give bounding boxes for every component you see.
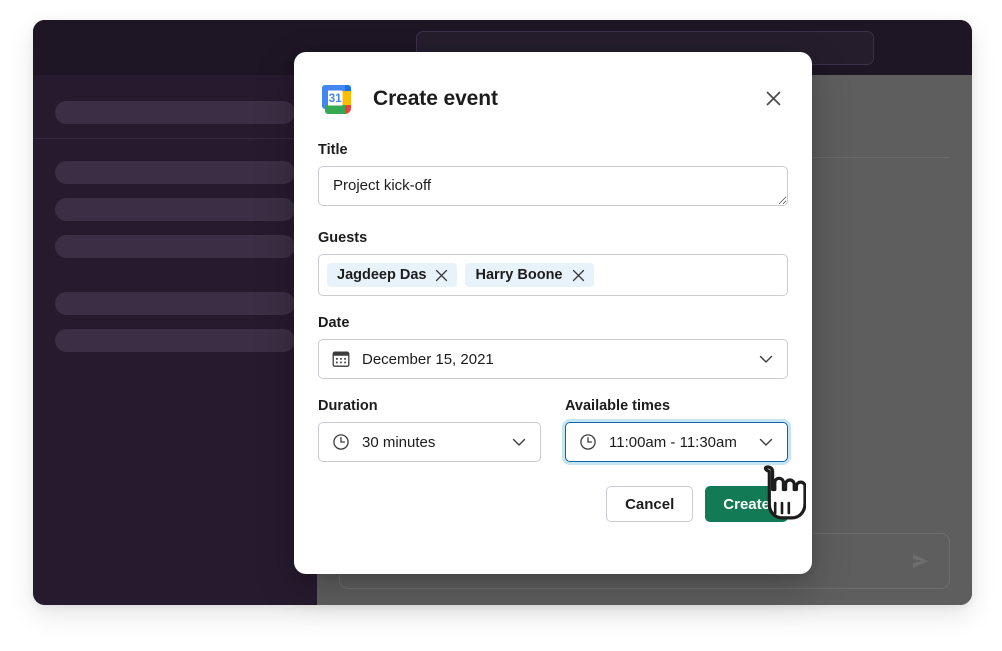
chevron-down-icon[interactable] [510,433,528,451]
guest-chip-label: Jagdeep Das [337,267,427,283]
duration-availability-row: Duration 30 minutes Available times 11:0… [318,398,788,462]
guests-label: Guests [318,230,368,246]
create-event-modal: 31 Create event Title Guests Jagdeep Das [294,52,812,574]
sidebar-divider [33,138,317,139]
duration-label: Duration [318,398,378,414]
available-times-field-group: Available times 11:00am - 11:30am [565,398,788,462]
sidebar-item-placeholder[interactable] [55,235,295,258]
modal-actions: Cancel Create [318,486,788,522]
duration-field-group: Duration 30 minutes [318,398,541,462]
close-icon[interactable] [435,269,448,282]
calendar-icon [332,350,350,368]
available-times-select[interactable]: 11:00am - 11:30am [565,422,788,462]
close-icon[interactable] [572,269,585,282]
modal-header: 31 Create event [318,78,788,120]
send-icon[interactable] [907,548,933,574]
title-label: Title [318,142,348,158]
guest-chip: Jagdeep Das [327,263,458,287]
guest-chip-label: Harry Boone [475,267,563,283]
sidebar-item-placeholder[interactable] [55,292,295,315]
clock-icon [332,433,350,451]
page-title: Create event [373,87,498,110]
available-times-value: 11:00am - 11:30am [609,433,737,451]
available-times-label: Available times [565,398,671,414]
google-calendar-icon: 31 [318,81,355,118]
chevron-down-icon[interactable] [757,433,775,451]
date-select[interactable]: December 15, 2021 [318,339,788,379]
create-button[interactable]: Create [705,486,788,522]
guest-chip: Harry Boone [465,263,594,287]
date-value: December 15, 2021 [362,350,494,368]
screen: 31 Create event Title Guests Jagdeep Das [0,0,1002,651]
sidebar-items [33,75,317,605]
chevron-down-icon[interactable] [757,350,775,368]
date-label: Date [318,315,350,331]
sidebar-item-placeholder[interactable] [55,329,295,352]
sidebar-item-placeholder[interactable] [55,161,295,184]
title-input[interactable] [318,166,788,206]
title-field-group: Title [318,142,788,211]
date-field-group: Date December 15, 2021 [318,315,788,379]
duration-value: 30 minutes [362,433,436,451]
duration-select[interactable]: 30 minutes [318,422,541,462]
sidebar-item-placeholder[interactable] [55,101,295,124]
app-sidebar [33,20,317,605]
close-icon[interactable] [760,85,786,111]
guests-input[interactable]: Jagdeep Das Harry Boone [318,254,788,296]
clock-icon [579,433,597,451]
guests-field-group: Guests Jagdeep Das Harry Boone [318,230,788,296]
sidebar-item-placeholder[interactable] [55,198,295,221]
svg-text:31: 31 [329,93,342,105]
cancel-button[interactable]: Cancel [606,486,694,522]
sidebar-topbar [33,20,317,75]
